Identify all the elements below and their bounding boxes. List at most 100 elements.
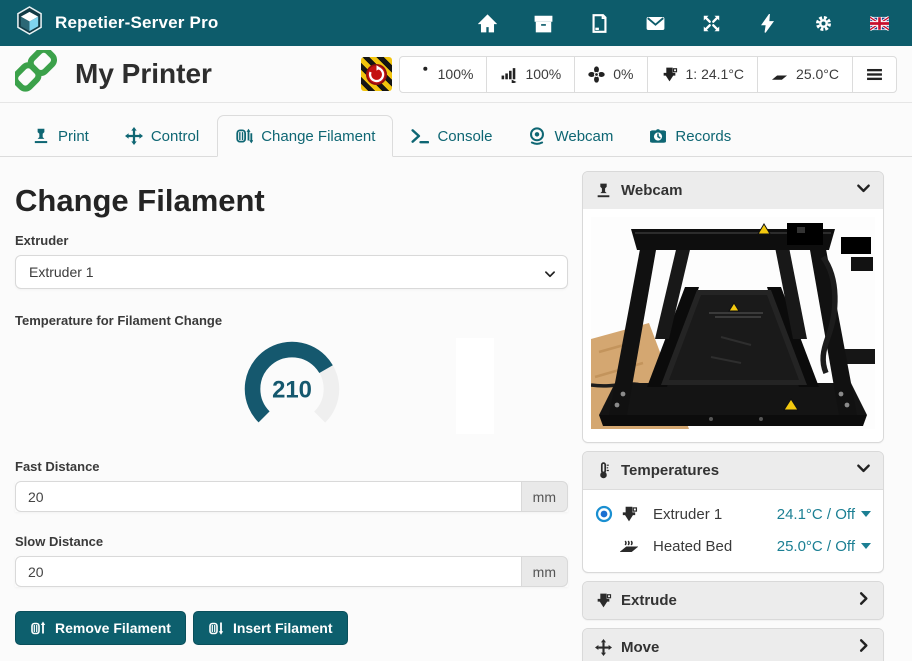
extruder-temp-badge[interactable]: 1: 24.1°C bbox=[647, 56, 759, 93]
bed-temp-badge[interactable]: 25.0°C bbox=[757, 56, 853, 93]
fast-distance-unit: mm bbox=[522, 481, 568, 512]
messages-envelope-icon[interactable] bbox=[644, 12, 666, 34]
filament-up-icon bbox=[30, 620, 46, 636]
slow-distance-unit: mm bbox=[522, 556, 568, 587]
panel-title: Move bbox=[621, 639, 659, 656]
bed-temp-dropdown[interactable]: 25.0°C / Off bbox=[777, 538, 871, 555]
tab-label: Print bbox=[58, 128, 89, 145]
extruder-nozzle-icon bbox=[595, 592, 612, 609]
tab-records[interactable]: Records bbox=[631, 115, 749, 157]
button-label: Insert Filament bbox=[233, 620, 333, 636]
flow-multiplier-badge[interactable]: 100% bbox=[486, 56, 575, 93]
extruder-label: Extruder bbox=[15, 233, 568, 248]
webcam-icon bbox=[528, 127, 546, 145]
filament-down-icon bbox=[208, 620, 224, 636]
content-area: Change Filament Extruder Extruder 1 Temp… bbox=[0, 157, 912, 661]
remove-filament-button[interactable]: Remove Filament bbox=[15, 611, 186, 645]
speed-runner-icon bbox=[413, 66, 430, 83]
printer-nozzle-icon bbox=[595, 182, 612, 199]
panel-title: Temperatures bbox=[621, 462, 719, 479]
flow-value: 100% bbox=[525, 66, 561, 82]
move-panel: Move bbox=[582, 628, 884, 661]
tab-label: Console bbox=[437, 128, 492, 145]
settings-gear-icon[interactable] bbox=[812, 12, 834, 34]
temperatures-panel-header[interactable]: Temperatures bbox=[583, 452, 883, 489]
temperature-label: Temperature for Filament Change bbox=[15, 313, 568, 328]
emergency-stop-button[interactable] bbox=[361, 57, 392, 91]
extruder-select-value: Extruder 1 bbox=[29, 264, 94, 280]
insert-filament-button[interactable]: Insert Filament bbox=[193, 611, 348, 645]
flow-icon bbox=[500, 66, 517, 83]
status-badge-group: 100% 100% 0% bbox=[399, 56, 897, 93]
fan-value: 0% bbox=[613, 66, 633, 82]
tab-control[interactable]: Control bbox=[107, 115, 217, 157]
fan-speed-badge[interactable]: 0% bbox=[574, 56, 647, 93]
fan-icon bbox=[588, 66, 605, 83]
page-title: My Printer bbox=[75, 58, 212, 90]
panel-title: Webcam bbox=[621, 182, 682, 199]
tab-change-filament[interactable]: Change Filament bbox=[217, 115, 393, 157]
webcam-panel-header[interactable]: Webcam bbox=[583, 172, 883, 209]
move-panel-header[interactable]: Move bbox=[583, 629, 883, 661]
tab-label: Records bbox=[675, 128, 731, 145]
power-bolt-icon[interactable] bbox=[756, 12, 778, 34]
home-icon[interactable] bbox=[476, 12, 498, 34]
filament-change-icon bbox=[235, 127, 253, 145]
graph-select-radio-icon[interactable] bbox=[595, 505, 613, 523]
temperature-gauge[interactable]: 210 bbox=[240, 335, 344, 448]
heater-value: 24.1°C / Off bbox=[777, 506, 855, 523]
chevron-down-icon bbox=[544, 267, 556, 283]
extruder-temp-value: 1: 24.1°C bbox=[686, 66, 745, 82]
change-filament-form: Change Filament Extruder Extruder 1 Temp… bbox=[15, 157, 568, 661]
heated-bed-icon bbox=[771, 66, 788, 83]
extrude-panel: Extrude bbox=[582, 581, 884, 620]
webcam-panel: Webcam bbox=[582, 171, 884, 443]
printer-connected-link-icon bbox=[15, 50, 57, 99]
repetier-logo-icon bbox=[16, 6, 43, 40]
panel-title: Extrude bbox=[621, 592, 677, 609]
topbar-icon-group bbox=[476, 12, 896, 34]
filament-action-buttons: Remove Filament Insert Filament bbox=[15, 611, 568, 645]
heated-bed-icon bbox=[620, 537, 638, 555]
fullscreen-icon[interactable] bbox=[700, 12, 722, 34]
tab-label: Change Filament bbox=[261, 128, 375, 145]
brand[interactable]: Repetier-Server Pro bbox=[16, 6, 218, 40]
thermometer-icon bbox=[595, 462, 612, 479]
chevron-down-icon bbox=[856, 461, 871, 480]
heater-value: 25.0°C / Off bbox=[777, 538, 855, 555]
extruder-nozzle-icon bbox=[661, 66, 678, 83]
extrude-panel-header[interactable]: Extrude bbox=[583, 582, 883, 619]
temperatures-list: Extruder 1 24.1°C / Off Heated Bed bbox=[583, 489, 883, 572]
extruder-nozzle-icon bbox=[620, 505, 638, 523]
chevron-right-icon bbox=[856, 638, 871, 657]
printer-menu-button[interactable] bbox=[852, 56, 897, 93]
brand-title: Repetier-Server Pro bbox=[55, 13, 218, 33]
records-camera-icon bbox=[649, 127, 667, 145]
language-flag-icon[interactable] bbox=[868, 12, 890, 34]
slow-distance-input[interactable] bbox=[15, 556, 522, 587]
temperature-gauge-value: 210 bbox=[272, 376, 312, 403]
move-cross-icon bbox=[125, 127, 143, 145]
tab-console[interactable]: Console bbox=[393, 115, 510, 157]
section-heading: Change Filament bbox=[15, 183, 568, 219]
temperature-row-extruder: Extruder 1 24.1°C / Off bbox=[595, 498, 871, 530]
console-icon bbox=[411, 127, 429, 145]
webcam-stream[interactable] bbox=[583, 209, 883, 442]
fast-distance-input[interactable] bbox=[15, 481, 522, 512]
tab-print[interactable]: Print bbox=[14, 115, 107, 157]
printers-box-icon[interactable] bbox=[532, 12, 554, 34]
tab-label: Control bbox=[151, 128, 199, 145]
slow-distance-group: mm bbox=[15, 556, 568, 587]
sidebar: Webcam bbox=[582, 157, 884, 661]
tab-webcam[interactable]: Webcam bbox=[510, 115, 631, 157]
temperature-value-input[interactable] bbox=[456, 338, 494, 434]
temperature-gauge-row: 210 bbox=[15, 335, 568, 447]
manual-book-icon[interactable] bbox=[588, 12, 610, 34]
bed-temp-value: 25.0°C bbox=[796, 66, 839, 82]
fast-distance-label: Fast Distance bbox=[15, 459, 568, 474]
extruder-select[interactable]: Extruder 1 bbox=[15, 255, 568, 289]
speed-multiplier-badge[interactable]: 100% bbox=[399, 56, 488, 93]
heater-name: Heated Bed bbox=[653, 538, 732, 555]
extruder-temp-dropdown[interactable]: 24.1°C / Off bbox=[777, 506, 871, 523]
move-cross-icon bbox=[595, 639, 612, 656]
